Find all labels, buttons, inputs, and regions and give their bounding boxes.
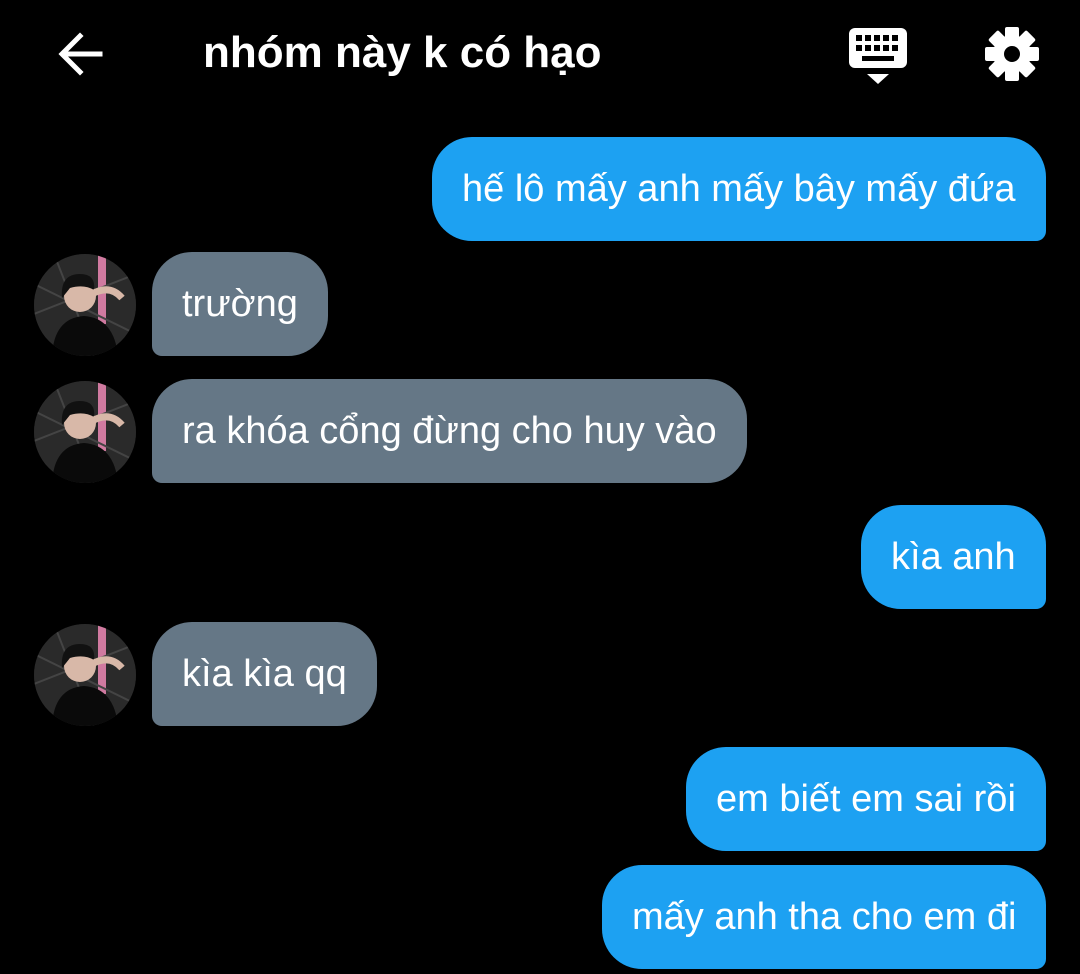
user-avatar[interactable] [34, 254, 136, 356]
user-avatar[interactable] [34, 624, 136, 726]
message-text: mấy anh tha cho em đi [632, 895, 1017, 938]
message-bubble-outgoing[interactable]: mấy anh tha cho em đi [602, 865, 1047, 969]
message-text: kìa anh [891, 535, 1016, 578]
user-avatar[interactable] [34, 381, 136, 483]
message-bubble-outgoing[interactable]: kìa anh [861, 505, 1046, 609]
back-button[interactable] [50, 24, 110, 84]
keyboard-button[interactable] [846, 24, 910, 88]
message-bubble-incoming[interactable]: ra khóa cổng đừng cho huy vào [152, 379, 747, 483]
message-text: em biết em sai rồi [716, 777, 1016, 820]
avatar-image [34, 254, 136, 356]
avatar-image [34, 624, 136, 726]
message-bubble-outgoing[interactable]: hế lô mấy anh mấy bây mấy đứa [432, 137, 1046, 241]
message-bubble-incoming[interactable]: trường [152, 252, 328, 356]
settings-button[interactable] [982, 24, 1042, 84]
keyboard-icon [849, 28, 907, 84]
gear-icon [985, 27, 1039, 81]
chat-title: nhóm này k có hạo [203, 28, 602, 77]
message-text: kìa kìa qq [182, 652, 347, 695]
message-text: hế lô mấy anh mấy bây mấy đứa [462, 167, 1016, 210]
message-text: trường [182, 282, 298, 325]
chat-header: nhóm này k có hạo [0, 0, 1080, 110]
message-bubble-outgoing[interactable]: em biết em sai rồi [686, 747, 1046, 851]
arrow-left-icon [58, 32, 103, 76]
avatar-image [34, 381, 136, 483]
message-text: ra khóa cổng đừng cho huy vào [182, 409, 717, 452]
message-bubble-incoming[interactable]: kìa kìa qq [152, 622, 377, 726]
